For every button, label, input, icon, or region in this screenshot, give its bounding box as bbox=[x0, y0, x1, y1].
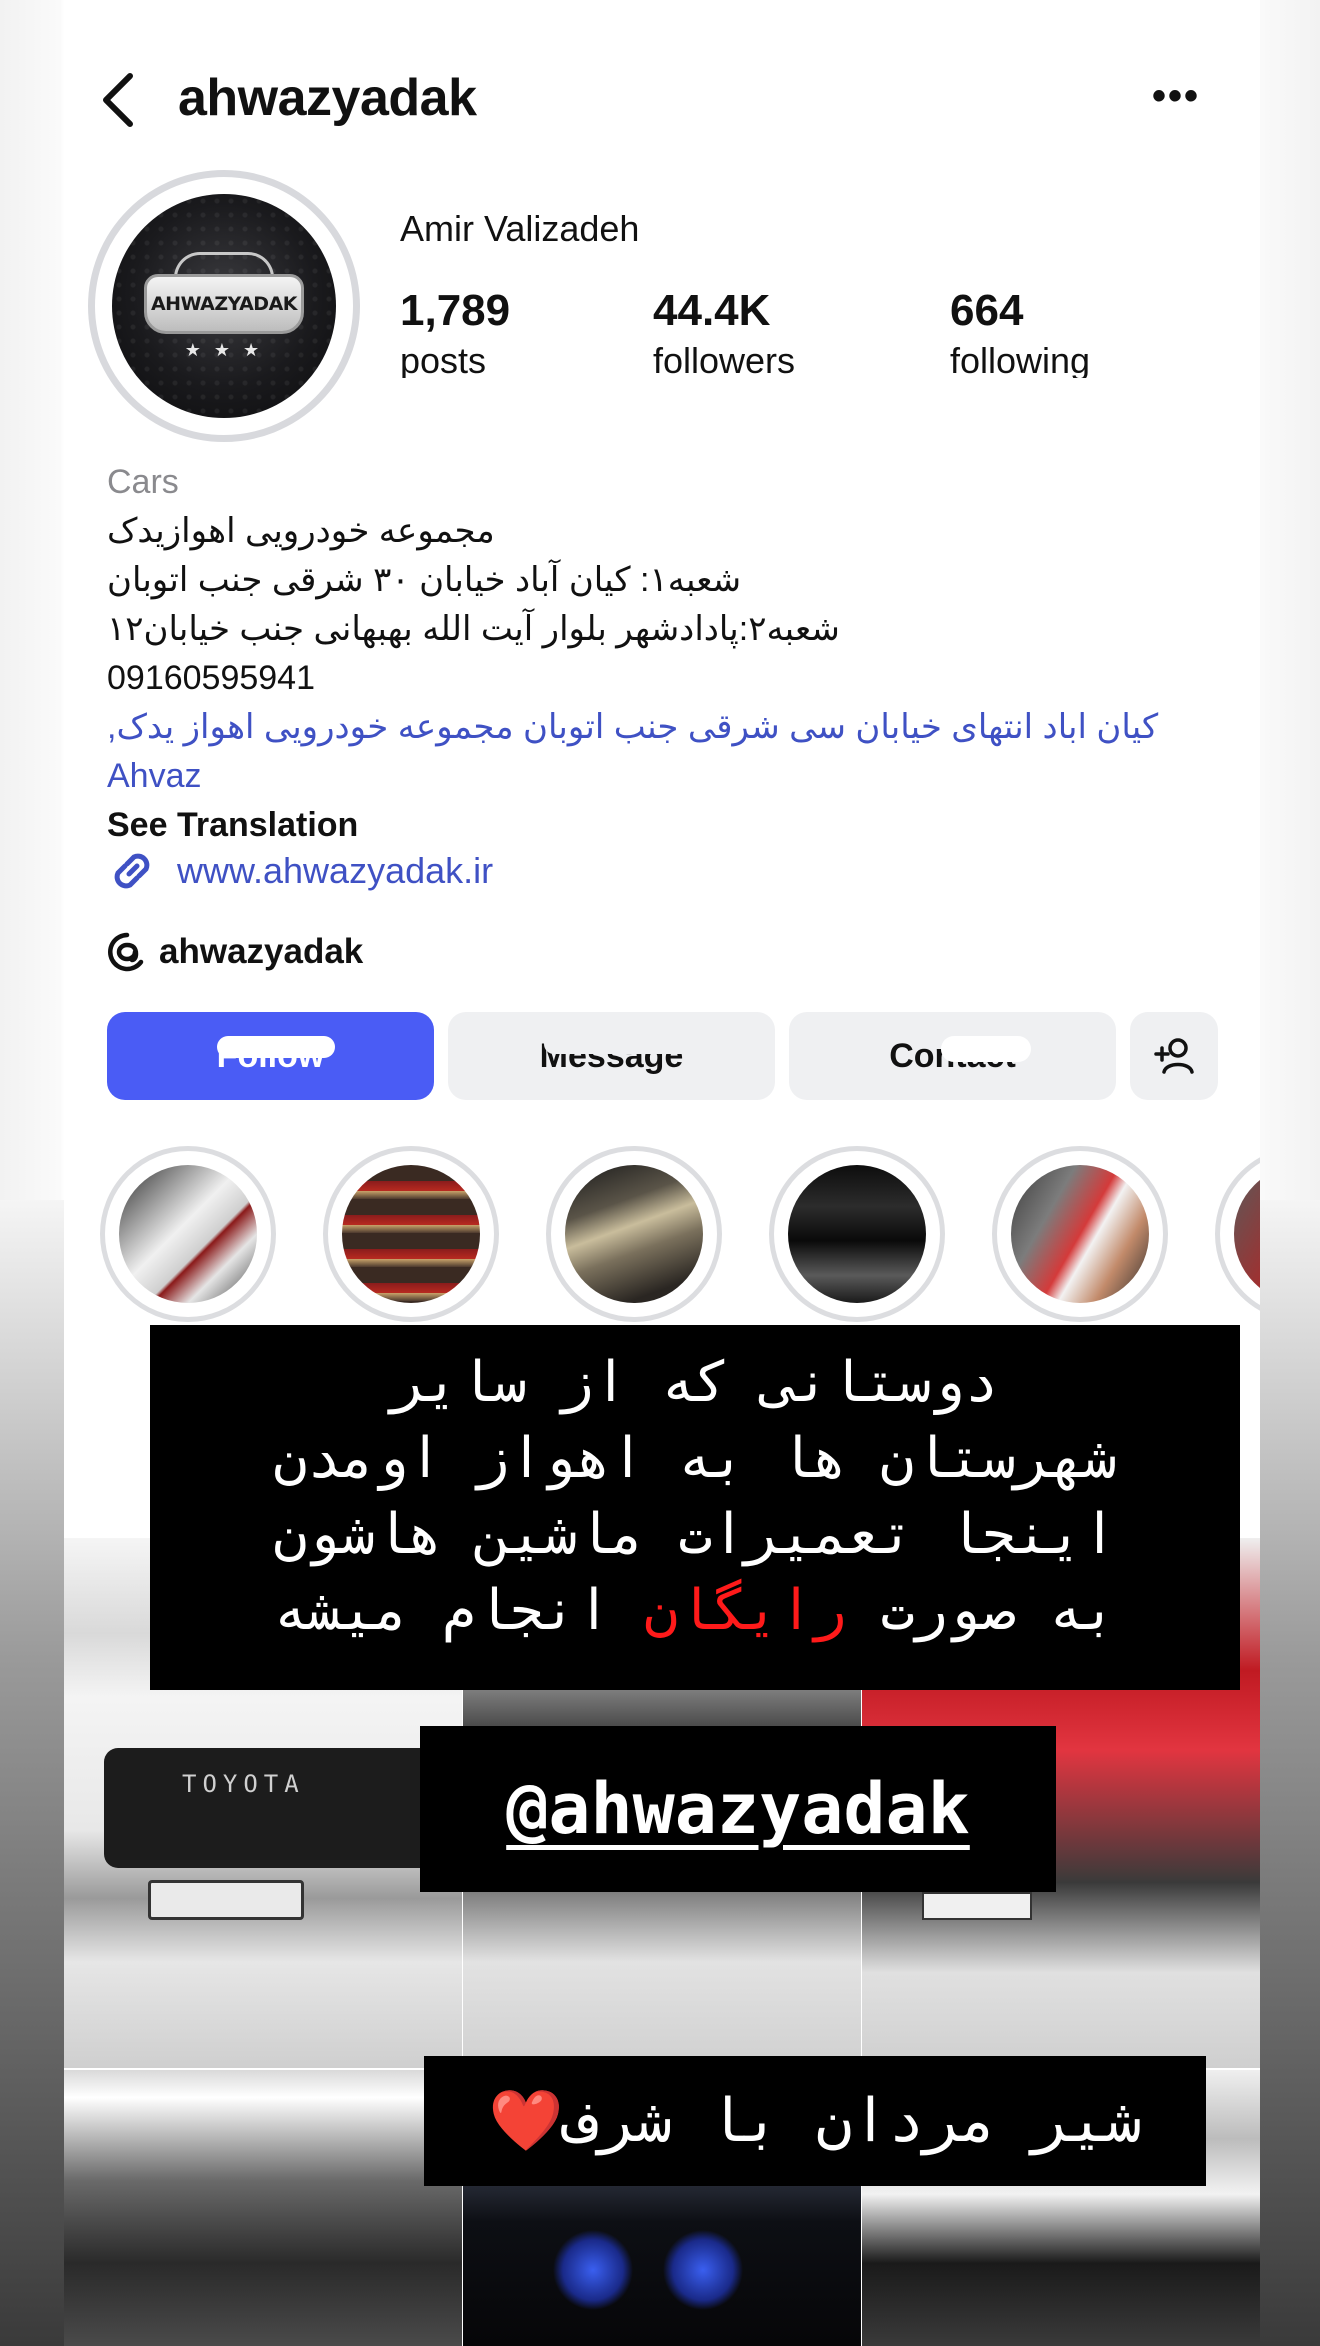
posts-count[interactable]: 1,789 posts bbox=[400, 286, 510, 378]
username-title: ahwazyadak bbox=[178, 69, 477, 127]
location-city[interactable]: Ahvaz bbox=[107, 752, 1227, 801]
threads-badge[interactable]: ahwazyadak bbox=[107, 932, 363, 972]
top-bar: ahwazyadak ••• bbox=[64, 60, 1260, 140]
bio-line: شعبه۲:پادادشهر بلوار آیت الله بهبهانی جن… bbox=[107, 610, 840, 648]
highlight-story[interactable] bbox=[1215, 1146, 1260, 1322]
follow-button[interactable]: Follow bbox=[107, 1012, 434, 1100]
stars-icon: ★ ★ ★ bbox=[184, 340, 264, 360]
see-translation-link[interactable]: See Translation bbox=[107, 801, 1227, 850]
phone-number[interactable]: 09160595941 bbox=[107, 654, 1227, 703]
avatar-image: AHWAZYADAK ★ ★ ★ bbox=[112, 194, 336, 418]
back-arrow-icon[interactable] bbox=[94, 70, 144, 130]
stat-value: 664 bbox=[950, 286, 1024, 335]
highlight-story[interactable] bbox=[546, 1146, 722, 1322]
display-name: Amir Valizadeh bbox=[400, 208, 640, 249]
category-label: Cars bbox=[107, 463, 179, 501]
add-person-icon bbox=[1154, 1038, 1194, 1074]
grille-text: TOYOTA bbox=[182, 1770, 305, 1798]
contact-button[interactable]: Contact bbox=[789, 1012, 1116, 1100]
bio-line: شعبه۱: کیان آباد خیابان ۳۰ شرقی جنب اتوب… bbox=[107, 561, 742, 599]
stat-label: followers bbox=[653, 340, 796, 378]
story-caption: دوستانی که از سایر شهرستان ها به اهواز ا… bbox=[150, 1325, 1240, 1690]
story-closing-text: شیر مردان با شرف❤️ bbox=[424, 2056, 1206, 2186]
caption-line: اینجا تعمیرات ماشین هاشون bbox=[273, 1502, 1117, 1567]
logo-badge: AHWAZYADAK bbox=[144, 274, 304, 334]
bio-line: مجموعه خودرویی اهوازیدک bbox=[107, 512, 495, 550]
followers-count[interactable]: 44.4K followers bbox=[653, 286, 795, 378]
suggest-people-button[interactable] bbox=[1130, 1012, 1218, 1100]
caption-line: شهرستان ها به اهواز اومدن bbox=[273, 1426, 1117, 1491]
highlight-story[interactable] bbox=[100, 1146, 276, 1322]
website-url: www.ahwazyadak.ir bbox=[177, 850, 494, 891]
mention-handle: @ahwazyadak bbox=[506, 1768, 970, 1850]
link-icon bbox=[114, 853, 150, 889]
threads-handle: ahwazyadak bbox=[159, 932, 364, 971]
highlight-story[interactable] bbox=[992, 1146, 1168, 1322]
stat-value: 1,789 bbox=[400, 286, 511, 335]
avatar[interactable]: AHWAZYADAK ★ ★ ★ bbox=[88, 170, 360, 442]
highlight-story[interactable] bbox=[769, 1146, 945, 1322]
profile-screen: ahwazyadak ••• AHWAZYADAK ★ ★ ★ Amir Val… bbox=[64, 0, 1260, 2346]
message-button[interactable]: Message bbox=[448, 1012, 775, 1100]
stat-label: following bbox=[950, 340, 1091, 378]
location-link[interactable]: کیان اباد انتهای خیابان سی شرقی جنب اتوب… bbox=[107, 703, 1227, 752]
more-options-icon[interactable]: ••• bbox=[1152, 76, 1200, 116]
threads-icon bbox=[108, 932, 144, 972]
story-mention[interactable]: @ahwazyadak bbox=[420, 1726, 1056, 1892]
logo-text: AHWAZYADAK bbox=[150, 293, 298, 315]
caption-line: دوستانی که از سایر bbox=[391, 1350, 999, 1415]
stat-value: 44.4K bbox=[653, 286, 771, 335]
website-link[interactable]: www.ahwazyadak.ir bbox=[107, 846, 493, 896]
stat-label: posts bbox=[400, 340, 487, 378]
bio: Cars مجموعه خودرویی اهوازیدک شعبه۱: کیان… bbox=[107, 458, 1227, 850]
highlight-story[interactable] bbox=[323, 1146, 499, 1322]
post-thumbnail[interactable] bbox=[64, 2070, 462, 2346]
following-count[interactable]: 664 following bbox=[950, 286, 1090, 378]
caption-line: به صورت رایگان انجام میشه bbox=[273, 1578, 1117, 1643]
